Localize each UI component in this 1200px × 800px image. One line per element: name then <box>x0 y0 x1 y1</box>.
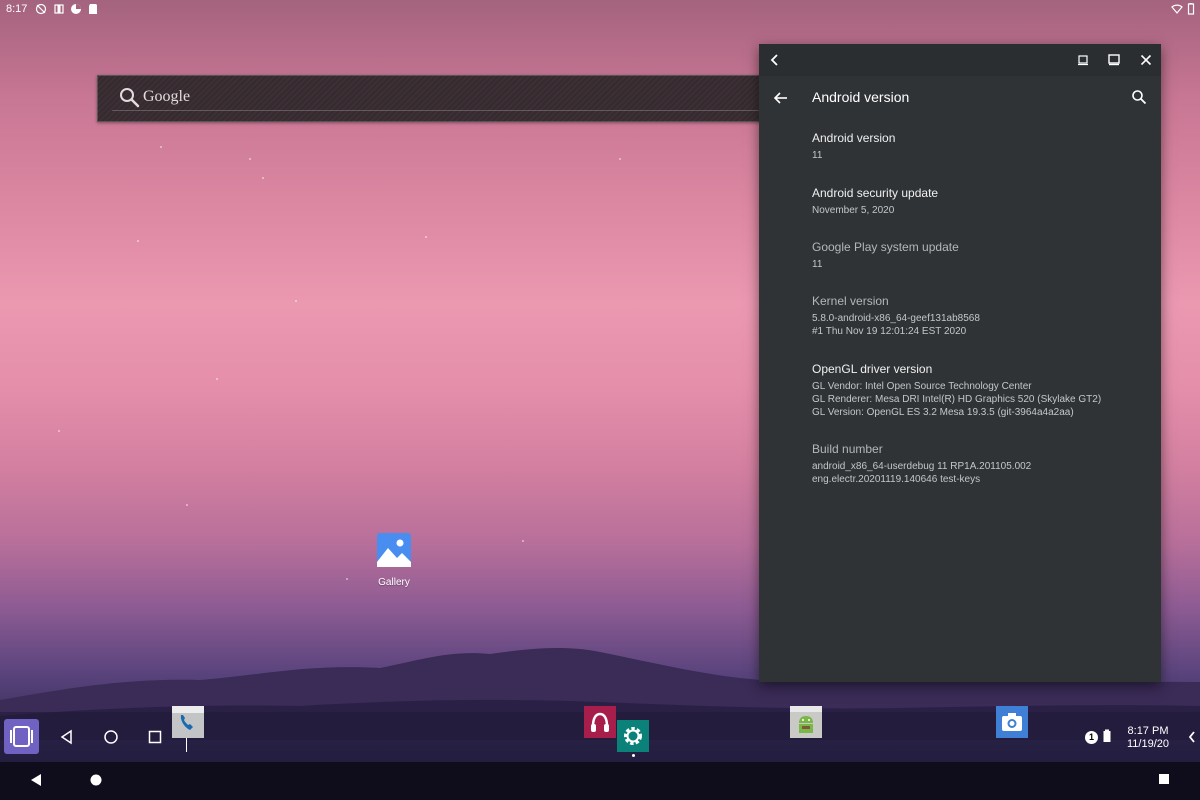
camera-app-icon[interactable] <box>996 706 1028 738</box>
pref-summary-line: November 5, 2020 <box>812 205 895 216</box>
search-icon <box>120 88 140 108</box>
taskbar-battery-icon <box>1103 729 1111 742</box>
window-caption-bar[interactable] <box>759 44 1161 76</box>
nav-home-icon[interactable] <box>102 728 120 746</box>
pref-summary: November 5, 2020 <box>812 204 1152 217</box>
pref-opengl-driver[interactable]: OpenGL driver version GL Vendor: Intel O… <box>812 362 1152 419</box>
pref-summary-line: #1 Thu Nov 19 12:01:24 EST 2020 <box>812 326 967 337</box>
gallery-icon <box>377 533 411 567</box>
android-debug-icon <box>54 4 64 14</box>
wallpaper-star <box>160 146 162 148</box>
status-bar: 8:17 <box>0 0 1200 18</box>
phone-app-icon[interactable] <box>172 706 204 738</box>
pref-title: Android security update <box>812 186 939 200</box>
wallpaper-star <box>425 236 427 238</box>
wallpaper-star <box>137 240 139 242</box>
pref-summary: 11 <box>812 258 1152 271</box>
wallpaper-star <box>522 540 524 542</box>
settings-app-icon[interactable] <box>617 720 649 752</box>
taskbar-clock-date[interactable]: 11/19/20 <box>1124 738 1172 750</box>
taskbar: 8:17 PM 11/19/20 <box>0 706 1200 762</box>
caption-back-icon[interactable] <box>767 52 783 68</box>
settings-app-bar: Android version <box>759 76 1161 120</box>
pref-summary: GL Vendor: Intel Open Source Technology … <box>812 380 1152 419</box>
gallery-label: Gallery <box>378 577 410 588</box>
wifi-icon <box>1171 4 1183 14</box>
pref-title: OpenGL driver version <box>812 362 933 376</box>
pref-summary-line: GL Vendor: Intel Open Source Technology … <box>812 381 1032 392</box>
music-app-icon[interactable] <box>584 706 616 738</box>
sd-card-icon <box>89 4 97 14</box>
minimize-icon[interactable] <box>1075 52 1091 68</box>
google-search-bar[interactable]: Google <box>97 75 761 122</box>
sync-off-icon <box>35 3 47 15</box>
launcher-button[interactable] <box>4 719 39 754</box>
notification-count-badge[interactable]: 1 <box>1085 731 1098 744</box>
pref-kernel-version: Kernel version 5.8.0-android-x86_64-geef… <box>812 294 1152 338</box>
pie-chart-icon <box>71 4 81 14</box>
system-recents-icon[interactable] <box>1158 773 1170 785</box>
pref-summary-line: 5.8.0-android-x86_64-geef131ab8568 <box>812 313 980 324</box>
status-time: 8:17 <box>6 3 28 15</box>
battery-icon <box>1187 3 1195 15</box>
launcher-icon <box>10 726 33 747</box>
pref-build-number[interactable]: Build number android_x86_64-userdebug 11… <box>812 442 1152 486</box>
wallpaper-star <box>249 158 251 160</box>
pref-title: Google Play system update <box>812 240 959 254</box>
pref-summary: android_x86_64-userdebug 11 RP1A.201105.… <box>812 460 1152 486</box>
pref-title: Android version <box>812 131 896 145</box>
gallery-app-shortcut[interactable]: Gallery <box>370 533 418 588</box>
chevron-left-icon[interactable] <box>1187 730 1197 744</box>
wallpaper-star <box>216 378 218 380</box>
settings-app-indicator <box>632 754 635 757</box>
wallpaper-star <box>58 430 60 432</box>
system-navigation-bar <box>0 762 1200 800</box>
pref-android-version[interactable]: Android version 11 <box>812 131 1152 162</box>
google-search-label: Google <box>143 88 191 105</box>
close-icon[interactable] <box>1138 52 1154 68</box>
phone-app-indicator <box>186 738 187 752</box>
pref-summary-line: GL Renderer: Mesa DRI Intel(R) HD Graphi… <box>812 394 1102 405</box>
settings-window: Android version Android version 11 Andro… <box>759 44 1161 682</box>
pref-summary-line: 11 <box>812 259 823 270</box>
back-arrow-icon[interactable] <box>773 90 789 106</box>
pref-summary: 11 <box>812 149 1152 162</box>
wallpaper-star <box>346 578 348 580</box>
pref-summary-line: 11 <box>812 150 823 161</box>
page-title: Android version <box>812 89 910 105</box>
pref-summary-line: eng.electr.20201119.140646 test-keys <box>812 474 981 485</box>
android-tool-app-icon[interactable] <box>790 706 822 738</box>
pref-play-system-update: Google Play system update 11 <box>812 240 1152 271</box>
maximize-icon[interactable] <box>1106 52 1122 68</box>
system-home-icon[interactable] <box>89 773 103 787</box>
pref-security-update[interactable]: Android security update November 5, 2020 <box>812 186 1152 217</box>
search-icon[interactable] <box>1131 89 1147 105</box>
search-underline <box>112 110 760 111</box>
wallpaper-star <box>186 504 188 506</box>
wallpaper-star <box>295 300 297 302</box>
pref-title: Kernel version <box>812 294 889 308</box>
wallpaper-star <box>619 158 621 160</box>
nav-recents-icon[interactable] <box>146 728 164 746</box>
pref-title: Build number <box>812 442 883 456</box>
pref-summary: 5.8.0-android-x86_64-geef131ab8568 #1 Th… <box>812 312 1152 338</box>
system-back-icon[interactable] <box>29 772 43 788</box>
pref-summary-line: android_x86_64-userdebug 11 RP1A.201105.… <box>812 461 1032 472</box>
wallpaper-star <box>262 177 264 179</box>
taskbar-clock-time[interactable]: 8:17 PM <box>1124 725 1172 737</box>
pref-summary-line: GL Version: OpenGL ES 3.2 Mesa 19.3.5 (g… <box>812 407 1074 418</box>
nav-back-icon[interactable] <box>58 728 76 746</box>
desktop-screen: 8:17 Google Gallery Android version Andr… <box>0 0 1200 800</box>
